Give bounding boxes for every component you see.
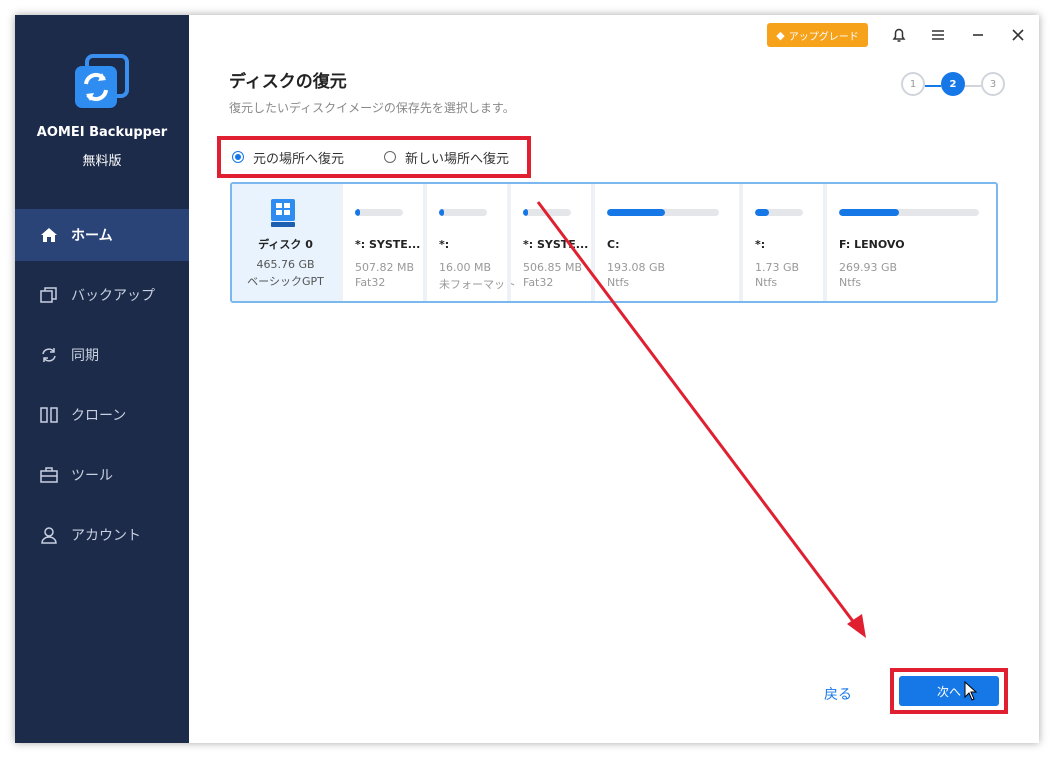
partition-filesystem: Fat32 xyxy=(355,276,386,289)
back-button[interactable]: 戻る xyxy=(824,684,852,704)
partition-usage-fill xyxy=(523,209,528,216)
sidebar-item-clone[interactable]: クローン xyxy=(15,389,189,441)
page-title: ディスクの復元 xyxy=(229,72,347,92)
disk-name: ディスク 0 xyxy=(258,238,313,251)
sidebar-item-label: バックアップ xyxy=(71,288,155,304)
sidebar: AOMEI Backupper 無料版 ホーム バックアップ 同期 クローン ツ… xyxy=(15,15,189,743)
partition-filesystem: 未フォーマット xyxy=(439,278,516,291)
partition-usage-bar xyxy=(839,209,979,216)
partition-item[interactable]: F: LENOVO 269.93 GB Ntfs xyxy=(823,184,996,301)
partition-item[interactable]: *: SYSTE... 506.85 MB Fat32 xyxy=(507,184,591,301)
radio-unchecked-icon[interactable] xyxy=(384,151,397,163)
partition-name: *: SYSTE... xyxy=(523,238,589,251)
user-icon xyxy=(39,525,59,545)
mouse-cursor-icon xyxy=(964,680,978,701)
step-connector xyxy=(925,85,941,87)
partition-name: *: SYSTE... xyxy=(355,238,421,251)
next-button-highlight: 次へ xyxy=(890,668,1008,714)
toolbox-icon xyxy=(39,465,59,485)
sidebar-item-label: アカウント xyxy=(71,528,141,544)
partition-usage-fill xyxy=(839,209,899,216)
partition-usage-fill xyxy=(355,209,360,216)
sidebar-item-label: ホーム xyxy=(71,228,113,244)
bell-icon[interactable] xyxy=(889,25,909,45)
diamond-icon: ◆ xyxy=(776,28,785,42)
restore-original-option[interactable]: 元の場所へ復元 xyxy=(232,148,344,167)
partition-size: 507.82 MB xyxy=(355,261,415,274)
sidebar-nav: ホーム バックアップ 同期 クローン ツール アカウント xyxy=(15,209,189,569)
partition-usage-bar xyxy=(755,209,803,216)
app-edition: 無料版 xyxy=(82,154,122,169)
disk-drive-icon xyxy=(269,198,297,228)
sidebar-item-account[interactable]: アカウント xyxy=(15,509,189,561)
step-2: 2 xyxy=(941,72,965,96)
restore-original-label: 元の場所へ復元 xyxy=(253,151,345,167)
disk-size: 465.76 GB xyxy=(256,258,315,271)
main-content: ◆ アップグレード ディスクの復元 復元したいディスクイメージの保存先を選択しま… xyxy=(189,15,1039,743)
home-icon xyxy=(39,225,59,245)
sidebar-item-home[interactable]: ホーム xyxy=(15,209,189,261)
partition-item[interactable]: *: SYSTE... 507.82 MB Fat32 xyxy=(339,184,423,301)
clone-icon xyxy=(39,405,59,425)
partition-item[interactable]: *: 16.00 MB 未フォーマット xyxy=(423,184,516,301)
partition-filesystem: Ntfs xyxy=(607,276,630,289)
partition-filesystem: Ntfs xyxy=(839,276,862,289)
sidebar-item-label: クローン xyxy=(71,408,127,424)
partition-usage-bar xyxy=(523,209,571,216)
radio-checked-icon[interactable] xyxy=(232,151,244,163)
page-subtitle: 復元したいディスクイメージの保存先を選択します。 xyxy=(229,101,515,115)
partition-size: 269.93 GB xyxy=(839,261,898,274)
upgrade-button[interactable]: ◆ アップグレード xyxy=(767,23,868,47)
restore-new-option[interactable]: 新しい場所へ復元 xyxy=(384,148,509,167)
partition-filesystem: Fat32 xyxy=(523,276,554,289)
sidebar-item-backup[interactable]: バックアップ xyxy=(15,269,189,321)
step-connector xyxy=(965,85,981,87)
sidebar-item-tools[interactable]: ツール xyxy=(15,449,189,501)
sidebar-item-sync[interactable]: 同期 xyxy=(15,329,189,381)
partition-size: 506.85 MB xyxy=(523,261,583,274)
upgrade-label: アップグレード xyxy=(788,31,859,43)
partition-name: *: xyxy=(439,238,450,251)
restore-new-label: 新しい場所へ復元 xyxy=(405,151,510,167)
sync-icon xyxy=(39,345,59,365)
partition-usage-fill xyxy=(607,209,665,216)
partition-name: C: xyxy=(607,238,620,251)
minimize-icon[interactable] xyxy=(968,25,988,45)
backup-icon xyxy=(39,285,59,305)
sidebar-item-label: ツール xyxy=(71,468,113,484)
next-label: 次へ xyxy=(936,684,961,699)
partition-size: 1.73 GB xyxy=(755,261,800,274)
aomei-logo-icon xyxy=(73,54,129,110)
sidebar-item-label: 同期 xyxy=(71,348,99,364)
partition-usage-bar xyxy=(355,209,403,216)
disk-type: ベーシックGPT xyxy=(247,275,324,288)
app-name: AOMEI Backupper xyxy=(36,125,168,140)
partition-usage-bar xyxy=(439,209,487,216)
partition-filesystem: Ntfs xyxy=(755,276,778,289)
partition-usage-fill xyxy=(755,209,769,216)
partition-usage-bar xyxy=(607,209,719,216)
partition-name: F: LENOVO xyxy=(839,238,905,251)
partition-item[interactable]: C: 193.08 GB Ntfs xyxy=(591,184,739,301)
partition-size: 16.00 MB xyxy=(439,261,492,274)
step-1: 1 xyxy=(901,72,925,96)
close-icon[interactable] xyxy=(1008,25,1028,45)
app-window: AOMEI Backupper 無料版 ホーム バックアップ 同期 クローン ツ… xyxy=(15,15,1039,743)
disk-panel[interactable]: ディスク 0 465.76 GB ベーシックGPT *: SYSTE... 507… xyxy=(230,182,998,303)
restore-location-options: 元の場所へ復元 新しい場所へ復元 xyxy=(217,136,531,178)
step-3: 3 xyxy=(981,72,1005,96)
menu-icon[interactable] xyxy=(928,25,948,45)
partition-usage-fill xyxy=(439,209,444,216)
partition-item[interactable]: *: 1.73 GB Ntfs xyxy=(739,184,823,301)
next-button[interactable]: 次へ xyxy=(899,676,999,706)
disk-card[interactable]: ディスク 0 465.76 GB ベーシックGPT xyxy=(232,184,339,301)
partition-size: 193.08 GB xyxy=(607,261,666,274)
partition-name: *: xyxy=(755,238,766,251)
